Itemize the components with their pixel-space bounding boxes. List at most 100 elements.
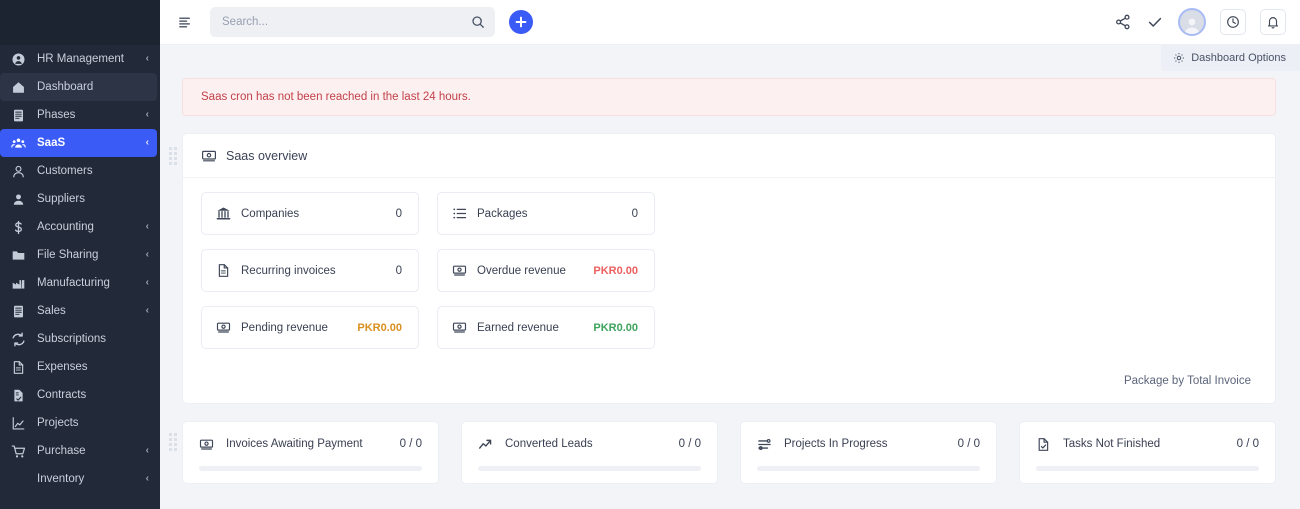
mini-card-top: Tasks Not Finished 0 / 0 <box>1036 436 1259 452</box>
sidebar-item-label: Accounting <box>37 221 94 233</box>
main-area: Dashboard Options Saas cron has not been… <box>160 0 1300 509</box>
cron-alert: Saas cron has not been reached in the la… <box>182 78 1276 116</box>
drag-handle-icon[interactable] <box>169 147 177 165</box>
list-doc-icon <box>10 107 27 124</box>
sidebar-item-phases[interactable]: Phases ‹ <box>0 101 157 129</box>
stat-card-label: Packages <box>477 207 528 220</box>
sidebar-item-purchase[interactable]: Purchase ‹ <box>0 437 157 465</box>
no-icon <box>10 471 27 488</box>
clock-icon[interactable] <box>1220 9 1246 35</box>
bottom-cards-row: Invoices Awaiting Payment 0 / 0 Converted … <box>169 421 1276 484</box>
search-box[interactable] <box>210 7 495 37</box>
dashboard-options-button[interactable]: Dashboard Options <box>1161 45 1300 71</box>
sidebar-item-contracts[interactable]: Contracts <box>0 381 157 409</box>
sidebar-item-expenses[interactable]: Expenses <box>0 353 157 381</box>
sidebar-item-customers[interactable]: Customers <box>0 157 157 185</box>
sidebar-item-sales[interactable]: Sales ‹ <box>0 297 157 325</box>
avatar[interactable] <box>1178 8 1206 36</box>
stat-card-companies[interactable]: Companies 0 <box>201 192 419 235</box>
mini-card-tasks-not-finished[interactable]: Tasks Not Finished 0 / 0 <box>1019 421 1276 484</box>
share-icon[interactable] <box>1114 13 1132 31</box>
sidebar-item-label: HR Management <box>37 53 124 65</box>
cart-icon <box>10 443 27 460</box>
sidebar-item-label: Sales <box>37 305 66 317</box>
stat-card-packages[interactable]: Packages 0 <box>437 192 655 235</box>
document-icon <box>216 263 232 279</box>
sidebar-item-label: Manufacturing <box>37 277 110 289</box>
align-left-icon[interactable] <box>174 11 196 33</box>
add-button[interactable] <box>509 10 533 34</box>
chevron-left-icon: ‹ <box>145 137 149 148</box>
progress-bar <box>1036 466 1259 471</box>
banknote-icon <box>452 320 468 336</box>
user-filled-icon <box>10 191 27 208</box>
sidebar-item-saas[interactable]: SaaS ‹ <box>0 129 157 157</box>
contract-icon <box>10 387 27 404</box>
chevron-left-icon: ‹ <box>145 221 149 232</box>
chevron-left-icon: ‹ <box>145 249 149 260</box>
sidebar-item-manufacturing[interactable]: Manufacturing ‹ <box>0 269 157 297</box>
stat-card-pending-revenue[interactable]: Pending revenue PKR0.00 <box>201 306 419 349</box>
mini-card-label: Tasks Not Finished <box>1063 438 1161 450</box>
sidebar-item-label: Suppliers <box>37 193 85 205</box>
dashboard-options-label: Dashboard Options <box>1191 52 1286 64</box>
stat-card-label: Pending revenue <box>241 321 328 334</box>
sidebar-item-projects[interactable]: Projects <box>0 409 157 437</box>
bell-icon[interactable] <box>1260 9 1286 35</box>
sidebar-item-label: Phases <box>37 109 76 121</box>
saas-overview-body: Companies 0 Packages 0 Recurring invoices 0 Ov… <box>183 178 1275 359</box>
sidebar-nav: HR Management ‹ Dashboard Phases ‹ SaaS ‹ Custo… <box>0 45 160 509</box>
sidebar-item-suppliers[interactable]: Suppliers <box>0 185 157 213</box>
mini-card-top: Invoices Awaiting Payment 0 / 0 <box>199 436 422 452</box>
user-circle-icon <box>10 51 27 68</box>
search-icon[interactable] <box>471 15 485 29</box>
cron-alert-message: Saas cron has not been reached in the la… <box>201 91 471 103</box>
dollar-icon <box>10 219 27 236</box>
stat-card-overdue-revenue[interactable]: Overdue revenue PKR0.00 <box>437 249 655 292</box>
banknote-icon <box>216 320 232 336</box>
sidebar-item-label: SaaS <box>37 137 66 149</box>
sidebar-item-label: Dashboard <box>37 81 94 93</box>
sidebar-item-hr-management[interactable]: HR Management ‹ <box>0 45 157 73</box>
sidebar-item-label: Contracts <box>37 389 87 401</box>
mini-card-projects-in-progress[interactable]: Projects In Progress 0 / 0 <box>740 421 997 484</box>
stat-card-value: PKR0.00 <box>593 264 638 277</box>
home-icon <box>10 79 27 96</box>
folder-icon <box>10 247 27 264</box>
sidebar-item-file-sharing[interactable]: File Sharing ‹ <box>0 241 157 269</box>
sidebar-item-accounting[interactable]: Accounting ‹ <box>0 213 157 241</box>
list-doc-icon <box>10 303 27 320</box>
task-check-icon <box>1036 436 1052 452</box>
stat-card-recurring-invoices[interactable]: Recurring invoices 0 <box>201 249 419 292</box>
saas-overview-wrapper: Saas overview Companies 0 Packages 0 Recurri… <box>169 133 1276 404</box>
mini-card-label: Invoices Awaiting Payment <box>226 438 363 450</box>
sidebar-item-inventory[interactable]: Inventory ‹ <box>0 465 157 493</box>
topbar <box>160 0 1300 45</box>
mini-card-label: Converted Leads <box>505 438 593 450</box>
package-by-total-invoice-label: Package by Total Invoice <box>1123 375 1251 387</box>
stat-card-earned-revenue[interactable]: Earned revenue PKR0.00 <box>437 306 655 349</box>
check-icon[interactable] <box>1146 13 1164 31</box>
progress-bar <box>757 466 980 471</box>
drag-handle-icon[interactable] <box>169 433 177 451</box>
stat-card-value: 0 <box>395 207 402 220</box>
stat-card-label: Companies <box>241 207 300 220</box>
saas-overview-panel: Saas overview Companies 0 Packages 0 Recurri… <box>182 133 1276 404</box>
document-icon <box>10 359 27 376</box>
stat-card-value: PKR0.00 <box>593 321 638 334</box>
sidebar-logo-area <box>0 0 160 45</box>
sidebar-item-label: Expenses <box>37 361 88 373</box>
sidebar-item-dashboard[interactable]: Dashboard <box>0 73 157 101</box>
sidebar-item-label: Projects <box>37 417 79 429</box>
mini-card-converted-leads[interactable]: Converted Leads 0 / 0 <box>461 421 718 484</box>
sidebar-item-label: Inventory <box>37 473 85 485</box>
sidebar: HR Management ‹ Dashboard Phases ‹ SaaS ‹ Custo… <box>0 0 160 509</box>
sliders-icon <box>757 436 773 452</box>
sidebar-item-label: File Sharing <box>37 249 99 261</box>
search-input[interactable] <box>222 16 471 28</box>
stat-card-value: 0 <box>631 207 638 220</box>
sidebar-item-subscriptions[interactable]: Subscriptions <box>0 325 157 353</box>
mini-card-value: 0 / 0 <box>1236 438 1259 450</box>
mini-card-invoices-awaiting-payment[interactable]: Invoices Awaiting Payment 0 / 0 <box>182 421 439 484</box>
mini-card-top: Converted Leads 0 / 0 <box>478 436 701 452</box>
